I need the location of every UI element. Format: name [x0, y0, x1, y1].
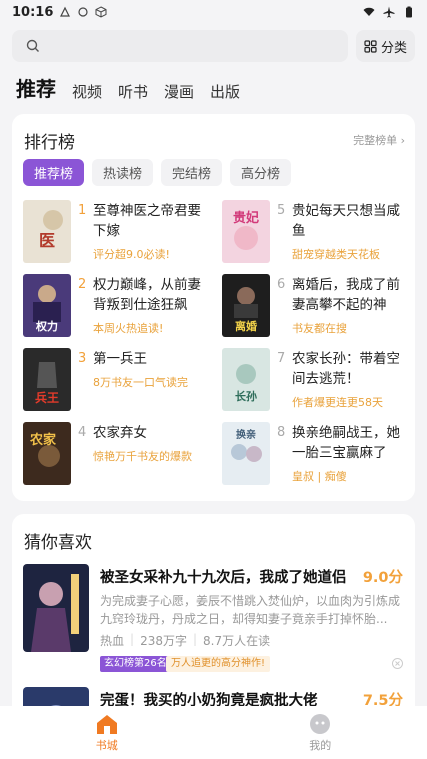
hot-tag: 万人追更的高分神作!: [166, 656, 271, 672]
rank-book-subtitle: 8万书友一口气读完: [93, 376, 188, 389]
nav-bookstore[interactable]: 书城: [0, 706, 214, 759]
bottom-nav: 书城 我的: [0, 706, 427, 759]
search-icon: [26, 39, 39, 52]
rank-book-title: 至尊神医之帝君要下嫁: [93, 203, 201, 239]
rank-book-subtitle: 本周火热追读!: [93, 322, 164, 335]
meta-divider: |: [130, 632, 135, 646]
book-cover: 医: [23, 200, 71, 263]
guess-title: 猜你喜欢: [24, 533, 92, 553]
chevron-right-icon: ›: [400, 134, 405, 147]
status-bar: 10:16: [0, 0, 427, 24]
book-cover: 兵王: [23, 348, 71, 411]
tab-video[interactable]: 视频: [72, 81, 102, 102]
book-cover: [23, 564, 89, 652]
profile-icon: [310, 713, 331, 734]
cover-text: 离婚: [235, 319, 257, 333]
airplane-icon: [383, 6, 395, 18]
rank-number: 1: [78, 203, 87, 218]
cover-text: 医: [39, 231, 55, 250]
ranking-title: 排行榜: [24, 133, 75, 153]
battery-icon: [406, 6, 412, 18]
book-cover: 离婚: [222, 274, 270, 337]
status-time: 10:16: [12, 4, 54, 20]
grid-icon: [364, 39, 377, 53]
rank-book-subtitle: 书友都在搜: [292, 322, 347, 335]
rank-item[interactable]: 权力 2 权力巅峰，从前妻背叛到仕途狂飙 本周火热追读!: [23, 274, 218, 340]
ranking-card: 排行榜 完整榜单 › 推荐榜 热读榜 完结榜 高分榜 医 1 至尊神医之帝君要下…: [12, 114, 415, 501]
cover-text: 换亲: [236, 428, 256, 441]
rank-item[interactable]: 长孙 7 农家长孙：带着空间去逃荒！ 作者爆更连更58天: [222, 348, 417, 414]
notification-icon: [60, 6, 71, 17]
tab-recommend[interactable]: 推荐: [16, 73, 56, 102]
category-label: 分类: [380, 40, 407, 56]
book-cover: 换亲: [222, 422, 270, 485]
nav-me-label: 我的: [309, 738, 332, 752]
book-title: 被圣女采补九十九次后，我成了她道侣: [100, 570, 347, 586]
rank-book-title: 离婚后，我成了前妻高攀不起的神: [292, 277, 400, 313]
tab-recommend-rank[interactable]: 推荐榜: [23, 159, 85, 186]
meta-divider: |: [192, 632, 198, 646]
wifi-icon: [363, 7, 375, 16]
rank-number: 7: [277, 351, 286, 366]
rank-book-title: 农家长孙：带着空间去逃荒！: [292, 351, 400, 387]
rank-book-title: 第一兵王: [93, 351, 147, 367]
nav-bookstore-label: 书城: [95, 738, 118, 752]
cover-text: 兵王: [35, 390, 59, 405]
rank-item[interactable]: 农家 4 农家弃女 惊艳万千书友的爆款: [23, 422, 218, 488]
sync-icon: [78, 7, 88, 17]
tab-publishing[interactable]: 出版: [210, 81, 240, 102]
book-description: 为完成妻子心愿，姜辰不惜跳入焚仙炉，以血肉为引炼成九窍玲珑丹，丹成之日，却得知妻…: [100, 594, 401, 626]
full-ranking-link[interactable]: 完整榜单 ›: [353, 132, 405, 148]
rank-number: 6: [277, 277, 286, 292]
rank-number: 5: [277, 203, 286, 218]
rank-book-subtitle: 作者爆更连更58天: [292, 396, 383, 409]
rank-number: 2: [78, 277, 87, 292]
book-cover: 农家: [23, 422, 71, 485]
book-cover: 贵妃: [222, 200, 270, 263]
cube-icon: [95, 6, 107, 18]
rank-book-title: 贵妃每天只想当咸鱼: [292, 203, 400, 239]
search-input[interactable]: [12, 30, 348, 62]
tab-comics[interactable]: 漫画: [164, 81, 194, 102]
cover-text: 农家: [29, 432, 57, 448]
book-word-count: 238万字: [140, 634, 187, 648]
book-cover: 权力: [23, 274, 71, 337]
rank-item[interactable]: 贵妃 5 贵妃每天只想当咸鱼 甜宠穿越类天花板: [222, 200, 417, 266]
rank-item[interactable]: 换亲 8 换亲绝嗣战王，她一胎三宝赢麻了 皇叔 | 痴傻: [222, 422, 417, 488]
cover-text: 长孙: [235, 389, 257, 403]
rank-item[interactable]: 医 1 至尊神医之帝君要下嫁 评分超9.0必读!: [23, 200, 218, 266]
rank-item[interactable]: 离婚 6 离婚后，我成了前妻高攀不起的神 书友都在搜: [222, 274, 417, 340]
rank-book-title: 权力巅峰，从前妻背叛到仕途狂飙: [93, 277, 201, 313]
home-icon: [96, 714, 117, 734]
category-button[interactable]: 分类: [356, 30, 415, 62]
nav-me[interactable]: 我的: [214, 706, 427, 759]
rank-tag: 玄幻榜第26名: [100, 656, 171, 672]
rank-item[interactable]: 兵王 3 第一兵王 8万书友一口气读完: [23, 348, 218, 414]
rank-book-title: 换亲绝嗣战王，她一胎三宝赢麻了: [292, 425, 400, 461]
cover-text: 权力: [35, 319, 58, 333]
search-row: 分类: [12, 30, 415, 62]
book-score: 9.0分: [362, 570, 403, 586]
top-tabs: 推荐 视频 听书 漫画 出版: [16, 74, 240, 102]
rank-book-title: 农家弃女: [93, 425, 147, 441]
rank-book-subtitle: 甜宠穿越类天花板: [292, 248, 380, 261]
tab-finished-rank[interactable]: 完结榜: [161, 159, 223, 186]
rank-book-subtitle: 皇叔 | 痴傻: [292, 470, 347, 483]
rank-number: 4: [78, 425, 87, 440]
tab-high-score-rank[interactable]: 高分榜: [230, 159, 292, 186]
book-readers: 8.7万人在读: [203, 634, 271, 648]
ranking-tabs: 推荐榜 热读榜 完结榜 高分榜: [23, 159, 292, 186]
close-icon[interactable]: [392, 658, 403, 669]
rank-number: 3: [78, 351, 87, 366]
tab-hot-rank[interactable]: 热读榜: [92, 159, 154, 186]
full-ranking-label: 完整榜单: [353, 134, 398, 147]
tab-audiobook[interactable]: 听书: [118, 81, 148, 102]
book-cover: 长孙: [222, 348, 270, 411]
book-genre: 热血: [100, 634, 125, 648]
book-meta: 热血 | 238万字 | 8.7万人在读: [100, 632, 270, 649]
rank-book-subtitle: 惊艳万千书友的爆款: [93, 450, 192, 463]
rank-number: 8: [277, 425, 286, 440]
rank-book-subtitle: 评分超9.0必读!: [93, 248, 170, 261]
cover-text: 贵妃: [233, 210, 259, 226]
